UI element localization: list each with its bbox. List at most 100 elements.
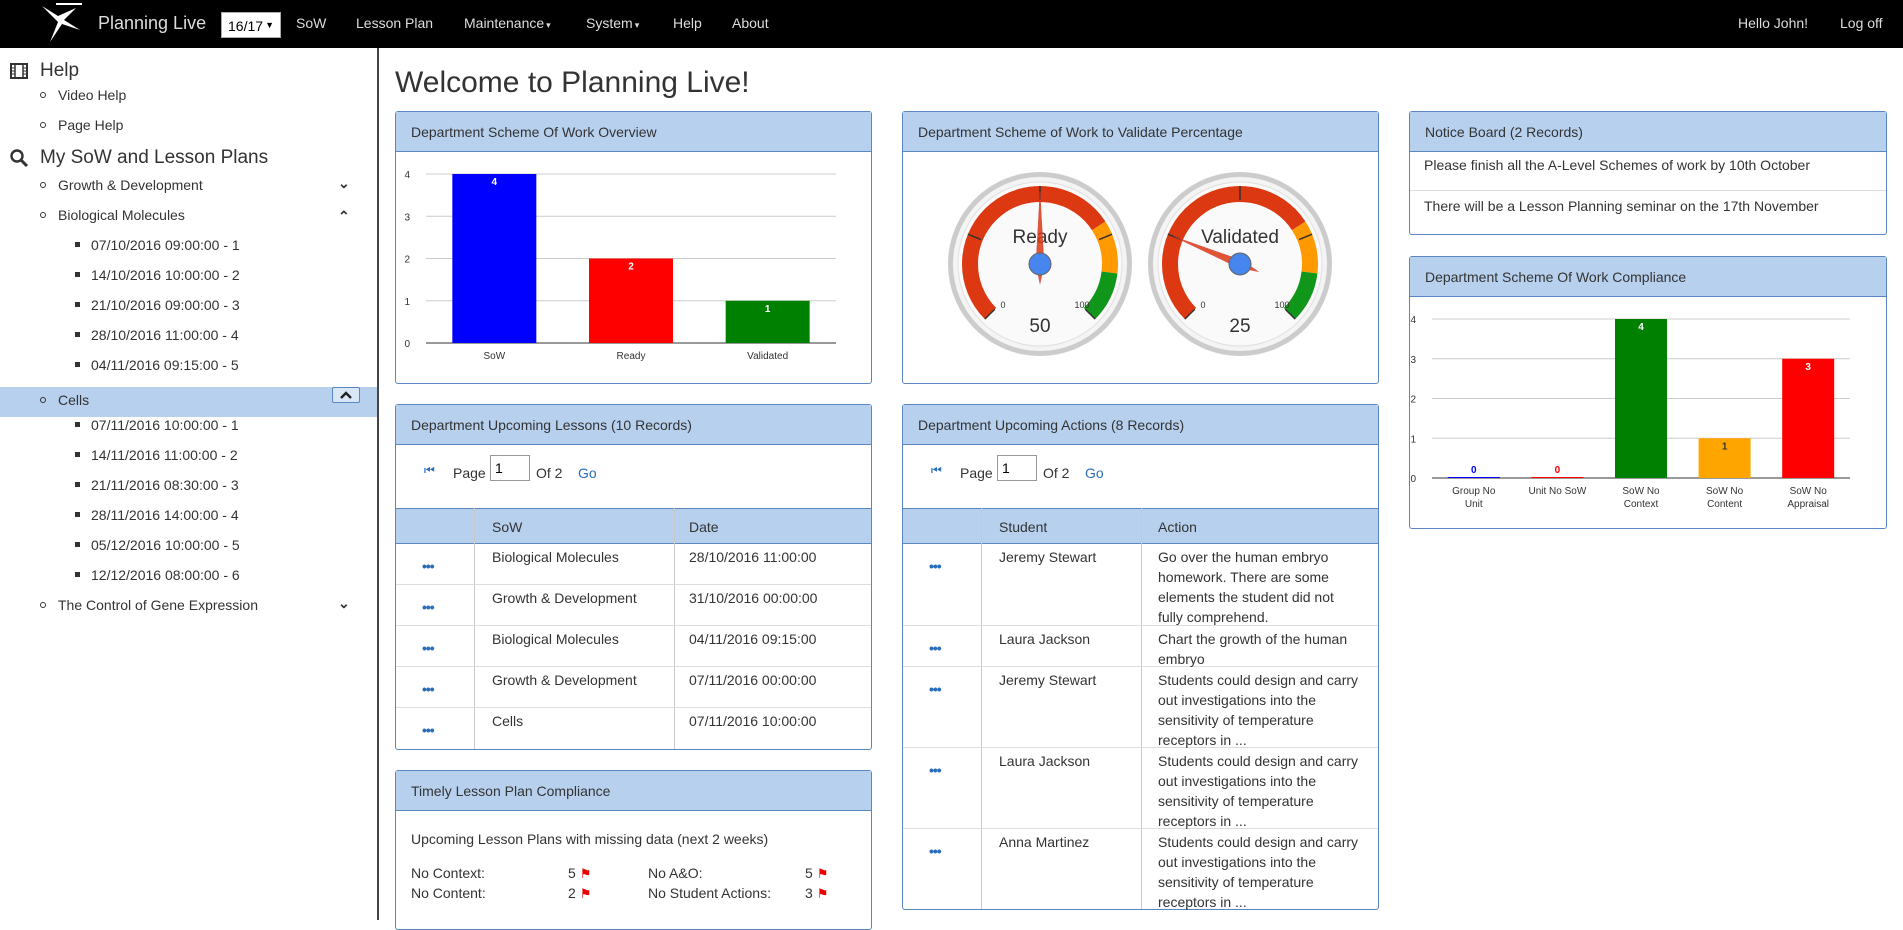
row-menu-icon[interactable]: ••• (422, 556, 435, 576)
compliance-count: 5 (568, 865, 576, 881)
lesson-link[interactable]: 12/12/2016 08:00:00 - 6 (91, 567, 240, 583)
column-header-student[interactable]: Student (999, 519, 1047, 535)
lesson-link[interactable]: 28/10/2016 11:00:00 - 4 (91, 327, 239, 343)
brand-title[interactable]: Planning Live (98, 13, 206, 34)
bar (452, 174, 537, 343)
cell-action: Students could design and carry out inve… (1158, 832, 1358, 912)
user-greeting[interactable]: Hello John! (1738, 15, 1808, 31)
table-row[interactable]: ••• Laura Jackson Students could design … (903, 748, 1378, 829)
sidebar-group-cells[interactable]: Cells (58, 392, 89, 408)
bullet-icon (75, 542, 80, 547)
sow-compliance-panel: Department Scheme Of Work Compliance 0 1 2… (1409, 256, 1887, 529)
lesson-link[interactable]: 21/11/2016 08:30:00 - 3 (91, 477, 239, 493)
lesson-link[interactable]: 07/10/2016 09:00:00 - 1 (91, 237, 240, 253)
dropdown-caret-icon: ▼ (265, 20, 274, 30)
column-header-action[interactable]: Action (1158, 519, 1197, 535)
compliance-value[interactable]: 3 ⚑ (805, 885, 828, 902)
sidebar-group-gene-expression[interactable]: The Control of Gene Expression (58, 597, 258, 613)
cell-student: Jeremy Stewart (999, 549, 1097, 565)
lesson-link[interactable]: 14/11/2016 11:00:00 - 2 (91, 447, 238, 463)
column-header-date[interactable]: Date (689, 519, 719, 535)
first-page-icon[interactable]: ⏮ (424, 463, 435, 478)
row-menu-icon[interactable]: ••• (929, 841, 942, 861)
row-menu-icon[interactable]: ••• (422, 720, 435, 740)
x-tick-label: Ready (617, 351, 646, 362)
bar (1615, 319, 1667, 478)
academic-year-select[interactable]: 16/17 ▼ (221, 12, 281, 38)
table-row[interactable]: ••• Biological Molecules 04/11/2016 09:1… (396, 626, 871, 667)
table-row[interactable]: ••• Growth & Development 31/10/2016 00:0… (396, 585, 871, 626)
row-menu-icon[interactable]: ••• (929, 638, 942, 658)
action-line: receptors in ... (1158, 813, 1247, 829)
row-menu-icon[interactable]: ••• (422, 638, 435, 658)
film-icon (10, 62, 28, 79)
timely-subtitle: Upcoming Lesson Plans with missing data … (411, 831, 769, 847)
sidebar-item-page-help[interactable]: Page Help (58, 117, 123, 133)
x-tick-label: SoW No (1790, 486, 1828, 497)
table-row[interactable]: ••• Anna Martinez Students could design … (903, 829, 1378, 912)
action-line: Chart the growth of the human (1158, 631, 1348, 647)
y-tick-label: 2 (1410, 395, 1416, 406)
row-menu-icon[interactable]: ••• (929, 556, 942, 576)
bullet-icon (75, 482, 80, 487)
lesson-link[interactable]: 28/11/2016 14:00:00 - 4 (91, 507, 239, 523)
table-row[interactable]: ••• Cells 07/11/2016 10:00:00 (396, 708, 871, 749)
sidebar-sow-heading: My SoW and Lesson Plans (8, 147, 268, 169)
collapse-button[interactable] (332, 387, 360, 403)
sidebar-group-growth[interactable]: Growth & Development (58, 177, 203, 193)
lesson-link[interactable]: 04/11/2016 09:15:00 - 5 (91, 357, 239, 373)
table-row[interactable]: ••• Jeremy Stewart Go over the human emb… (903, 544, 1378, 626)
table-row[interactable]: ••• Jeremy Stewart Students could design… (903, 667, 1378, 748)
cell-student: Jeremy Stewart (999, 672, 1097, 688)
chevron-down-icon[interactable]: ⌄ (338, 175, 350, 192)
compliance-value[interactable]: 2 ⚑ (568, 885, 591, 902)
row-menu-icon[interactable]: ••• (929, 760, 942, 780)
go-button[interactable]: Go (1085, 465, 1104, 481)
nav-maintenance[interactable]: Maintenance ▾ (464, 15, 551, 31)
lesson-link[interactable]: 07/11/2016 10:00:00 - 1 (91, 417, 239, 433)
first-page-icon[interactable]: ⏮ (931, 463, 942, 478)
nav-help[interactable]: Help (673, 15, 702, 31)
action-line: sensitivity of temperature (1158, 874, 1314, 890)
lesson-link[interactable]: 05/12/2016 10:00:00 - 5 (91, 537, 240, 553)
chevron-up-icon[interactable]: ⌃ (338, 208, 350, 225)
page-input[interactable] (490, 455, 530, 481)
chevron-up-icon (340, 391, 352, 399)
nav-lesson-plan[interactable]: Lesson Plan (356, 15, 433, 31)
lesson-link[interactable]: 14/10/2016 10:00:00 - 2 (91, 267, 240, 283)
nav-sow[interactable]: SoW (296, 15, 326, 31)
column-header-sow[interactable]: SoW (492, 519, 522, 535)
nav-about[interactable]: About (732, 15, 769, 31)
cell-sow: Growth & Development (492, 672, 637, 688)
validate-percentage-panel: Department Scheme of Work to Validate Pe… (902, 111, 1379, 384)
row-menu-icon[interactable]: ••• (422, 679, 435, 699)
logo-icon[interactable] (36, 0, 84, 48)
sidebar-group-biomolecules[interactable]: Biological Molecules (58, 207, 185, 223)
bullet-icon (75, 572, 80, 577)
flag-icon: ⚑ (816, 886, 829, 901)
compliance-count: 5 (805, 865, 813, 881)
row-menu-icon[interactable]: ••• (422, 597, 435, 617)
y-tick-label: 0 (404, 339, 410, 350)
logoff-link[interactable]: Log off (1840, 15, 1883, 31)
lessons-grid-header: SoW Date (396, 508, 871, 544)
lesson-link[interactable]: 21/10/2016 09:00:00 - 3 (91, 297, 240, 313)
x-tick-label: Unit No SoW (1529, 486, 1587, 497)
chevron-down-icon[interactable]: ⌄ (338, 595, 350, 612)
go-button[interactable]: Go (578, 465, 597, 481)
gauge-max-label: 100 (1274, 300, 1289, 310)
table-row[interactable]: ••• Growth & Development 07/11/2016 00:0… (396, 667, 871, 708)
panel-title: Department Scheme Of Work Compliance (1410, 257, 1886, 297)
cell-date: 28/10/2016 11:00:00 (689, 549, 817, 565)
bullet-icon (40, 122, 46, 128)
table-row[interactable]: ••• Biological Molecules 28/10/2016 11:0… (396, 544, 871, 585)
upcoming-actions-panel: Department Upcoming Actions (8 Records) … (902, 404, 1379, 910)
lessons-pager: ⏮ Page Of 2 Go (396, 453, 871, 493)
sidebar-item-video-help[interactable]: Video Help (58, 87, 126, 103)
compliance-value[interactable]: 5 ⚑ (568, 865, 591, 882)
page-input[interactable] (997, 455, 1037, 481)
nav-system[interactable]: System ▾ (586, 15, 639, 31)
compliance-value[interactable]: 5 ⚑ (805, 865, 828, 882)
table-row[interactable]: ••• Laura Jackson Chart the growth of th… (903, 626, 1378, 667)
row-menu-icon[interactable]: ••• (929, 679, 942, 699)
